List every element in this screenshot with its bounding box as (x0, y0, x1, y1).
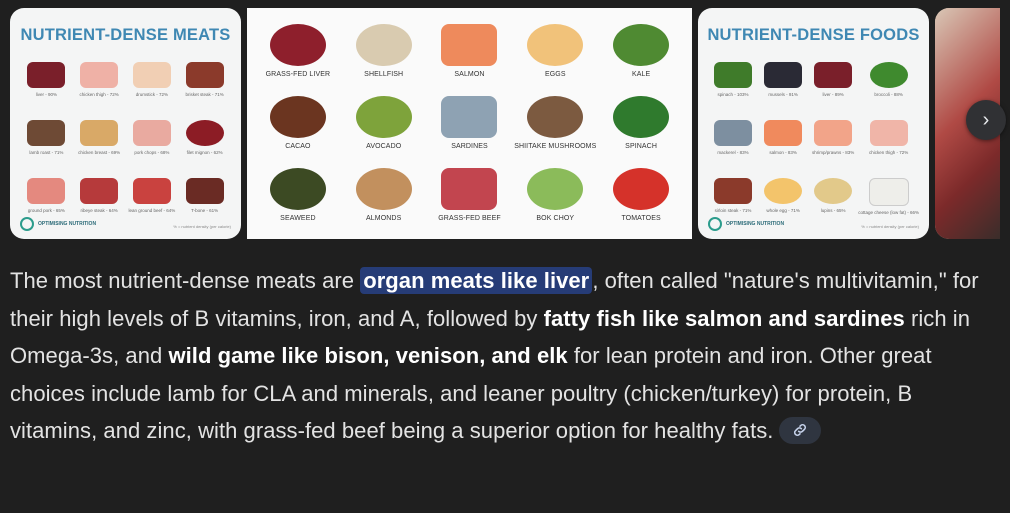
food-tile: brisket steak - 71% (178, 60, 231, 110)
food-tile: CACAO (255, 92, 341, 160)
food-tile: chicken thigh - 72% (73, 60, 126, 110)
food-tile: pork chops - 68% (126, 118, 179, 168)
footnote: % = nutrient density (per calorie) (861, 224, 919, 229)
food-tile: lean ground beef - 64% (126, 176, 179, 226)
food-tile: KALE (598, 20, 684, 88)
food-tile: cottage cheese (low fat) - 66% (858, 176, 919, 226)
answer-text: The most nutrient-dense meats are (10, 268, 361, 293)
food-tile: mackerel - 83% (708, 118, 758, 168)
image-nutrient-dense-meats[interactable]: NUTRIENT-DENSE MEATS liver - 90% chicken… (10, 8, 241, 239)
food-tile: mussels - 91% (758, 60, 808, 110)
link-icon (794, 424, 807, 437)
food-tile: lamb roast - 71% (20, 118, 73, 168)
food-tile: BOK CHOY (512, 164, 598, 232)
food-tile: shrimp/prawns - 83% (808, 118, 858, 168)
image-nutrient-dense-foods[interactable]: NUTRIENT-DENSE FOODS spinach - 103% muss… (698, 8, 929, 239)
carousel-next-button[interactable]: › (966, 100, 1006, 140)
food-tile: T-bone - 61% (178, 176, 231, 226)
food-tile: AVOCADO (341, 92, 427, 160)
food-tile: chicken thigh - 72% (858, 118, 919, 168)
food-tile: ALMONDS (341, 164, 427, 232)
food-tile: SARDINES (427, 92, 513, 160)
food-tile: SHIITAKE MUSHROOMS (512, 92, 598, 160)
card-title: NUTRIENT-DENSE FOODS (707, 26, 920, 44)
image-nutrient-dense-foods-chart[interactable]: GRASS-FED LIVER SHELLFISH SALMON EGGS KA… (247, 8, 692, 239)
ai-answer-text: The most nutrient-dense meats are organ … (10, 262, 995, 450)
food-tile: SEAWEED (255, 164, 341, 232)
image-carousel: NUTRIENT-DENSE MEATS liver - 90% chicken… (10, 8, 1000, 239)
food-tile: GRASS-FED BEEF (427, 164, 513, 232)
footnote: % = nutrient density (per calorie) (173, 224, 231, 229)
food-tile: broccoli - 88% (858, 60, 919, 110)
bold-phrase: wild game like bison, venison, and elk (168, 343, 568, 368)
food-tile: spinach - 103% (708, 60, 758, 110)
food-tile: drumstick - 72% (126, 60, 179, 110)
food-tile: SHELLFISH (341, 20, 427, 88)
food-tile: EGGS (512, 20, 598, 88)
food-tile: filet mignon - 62% (178, 118, 231, 168)
food-tile: liver - 89% (808, 60, 858, 110)
brand-logo: OPTIMISING NUTRITION (708, 217, 784, 231)
bold-phrase: fatty fish like salmon and sardines (543, 305, 905, 331)
chevron-right-icon: › (982, 108, 990, 131)
food-tile: SPINACH (598, 92, 684, 160)
food-tile: lupins - 65% (808, 176, 858, 226)
food-tile: chicken breast - 69% (73, 118, 126, 168)
food-tile: liver - 90% (20, 60, 73, 110)
food-tile: SALMON (427, 20, 513, 88)
card-title: NUTRIENT-DENSE MEATS (20, 26, 231, 44)
brand-logo: OPTIMISING NUTRITION (20, 217, 96, 231)
source-link-button[interactable] (779, 416, 822, 444)
food-tile: TOMATOES (598, 164, 684, 232)
highlighted-phrase[interactable]: organ meats like liver (360, 267, 593, 294)
food-tile: salmon - 83% (758, 118, 808, 168)
food-tile: GRASS-FED LIVER (255, 20, 341, 88)
